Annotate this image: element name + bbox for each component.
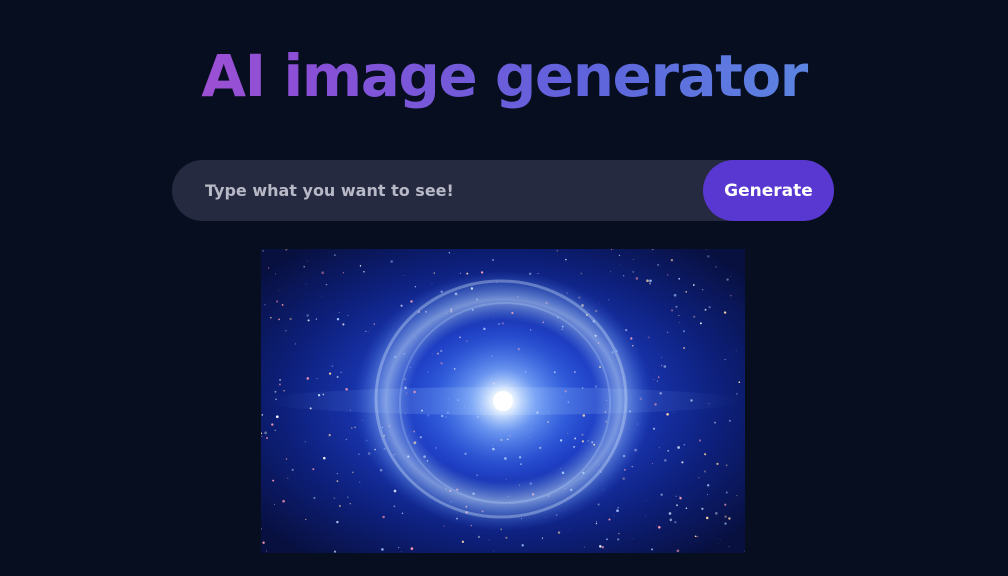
page-title: AI image generator: [0, 40, 1008, 112]
generated-image-graphic: [261, 249, 745, 553]
generated-image: [261, 249, 745, 553]
app-page: AI image generator Generate: [0, 0, 1008, 576]
generate-button[interactable]: Generate: [703, 160, 834, 221]
prompt-bar: Generate: [172, 160, 834, 221]
prompt-input[interactable]: [172, 160, 703, 221]
